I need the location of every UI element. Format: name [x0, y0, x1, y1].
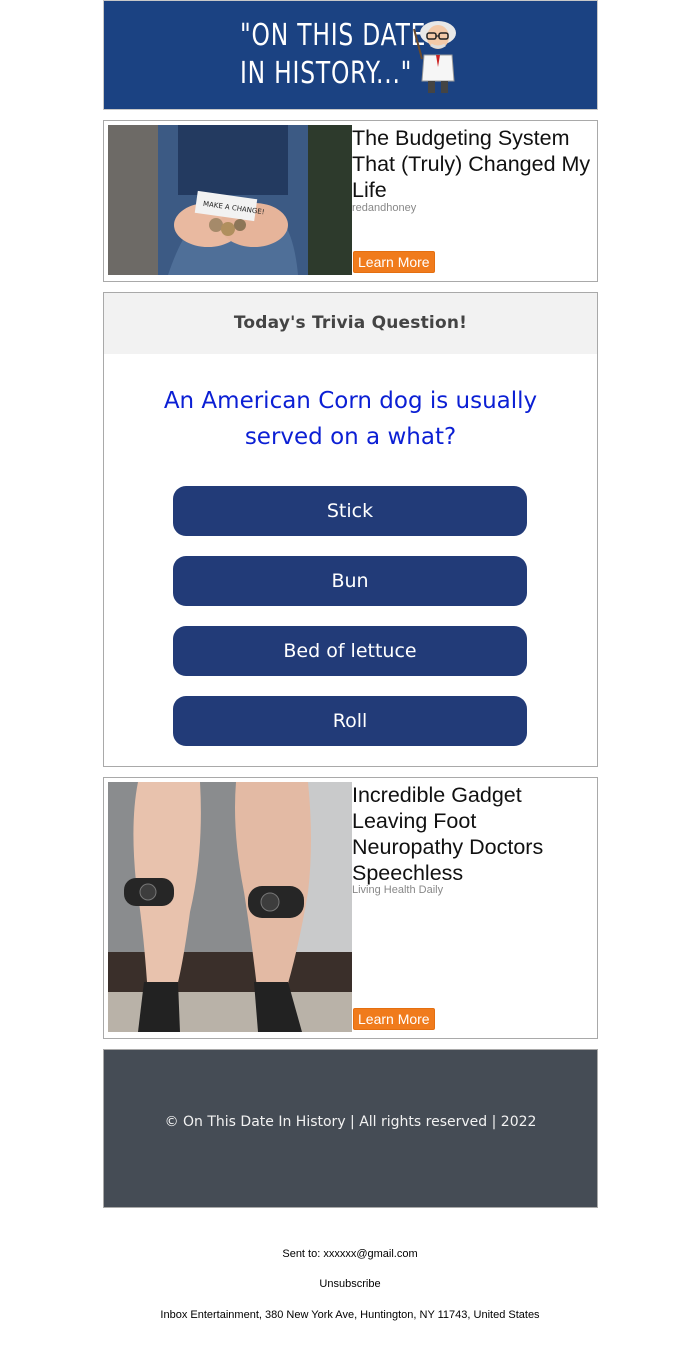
trivia-heading: Today's Trivia Question! — [104, 293, 597, 354]
sent-to-text: Sent to: xxxxxx@gmail.com — [282, 1248, 418, 1260]
site-logo-text: "ON THIS DATE IN HISTORY..." — [240, 18, 427, 91]
ad-image-leg-devices[interactable] — [108, 782, 352, 1032]
learn-more-button[interactable]: Learn More — [353, 1008, 435, 1030]
learn-more-button[interactable]: Learn More — [353, 251, 435, 273]
answer-button-bun[interactable]: Bun — [173, 556, 527, 606]
copyright-text: © On This Date In History | All rights r… — [164, 1114, 537, 1130]
footer-bar: © On This Date In History | All rights r… — [103, 1049, 598, 1208]
trivia-card: Today's Trivia Question! An American Cor… — [103, 292, 598, 767]
ad-source: redandhoney — [352, 202, 417, 214]
ad-source: Living Health Daily — [352, 884, 444, 896]
trivia-question: An American Corn dog is usually served o… — [163, 388, 538, 450]
professor-mascot-icon — [413, 21, 456, 93]
header-banner: "ON THIS DATE IN HISTORY..." — [103, 0, 598, 110]
ad-headline[interactable]: The Budgeting System That (Truly) Change… — [352, 125, 591, 203]
ad-headline[interactable]: Incredible Gadget Leaving Foot Neuropath… — [352, 782, 591, 886]
answer-button-roll[interactable]: Roll — [173, 696, 527, 746]
sponsored-ad-card[interactable]: Incredible Gadget Leaving Foot Neuropath… — [103, 777, 598, 1039]
ad-image-hands-with-coins[interactable]: MAKE A CHANGE! — [108, 125, 352, 275]
sponsored-ad-card[interactable]: MAKE A CHANGE! The Budgeting System That… — [103, 120, 598, 282]
answer-button-bed-of-lettuce[interactable]: Bed of lettuce — [173, 626, 527, 676]
answer-button-stick[interactable]: Stick — [173, 486, 527, 536]
unsubscribe-link[interactable]: Unsubscribe — [0, 1278, 700, 1290]
sender-address: Inbox Entertainment, 380 New York Ave, H… — [160, 1309, 540, 1321]
